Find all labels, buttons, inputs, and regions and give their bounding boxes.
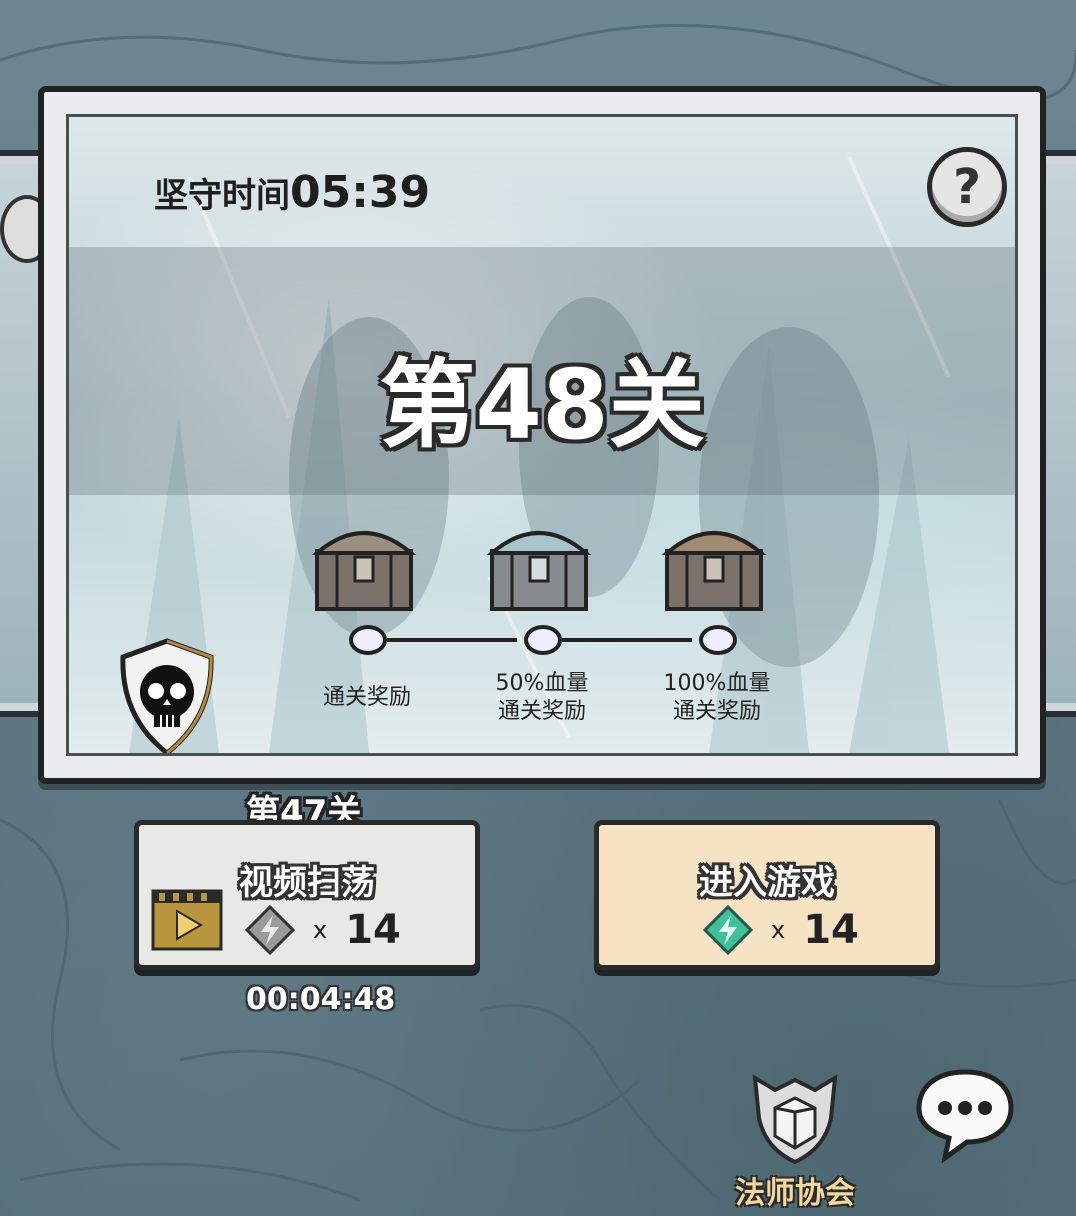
skull-icon[interactable] xyxy=(117,637,217,756)
bronze-chest-icon[interactable] xyxy=(659,517,769,617)
enter-game-label: 进入游戏 xyxy=(699,863,835,903)
video-clapper-icon xyxy=(151,889,223,951)
mage-guild-button[interactable]: 法师协会 xyxy=(730,1068,860,1212)
level-card: 坚守时间05:39 ? 第48关 通关奖励 50%血量 通关奖励 100%血量 … xyxy=(38,86,1046,784)
level-artwork: 坚守时间05:39 ? 第48关 通关奖励 50%血量 通关奖励 100%血量 … xyxy=(66,114,1018,756)
reward-label: 100%血量 通关奖励 xyxy=(663,671,771,724)
video-sweep-button[interactable]: 视频扫荡 x 14 xyxy=(134,820,480,970)
guild-shield-icon xyxy=(752,1074,838,1165)
progress-track xyxy=(387,638,517,642)
video-sweep-cost: x 14 xyxy=(245,905,401,955)
help-button[interactable]: ? xyxy=(927,147,1007,227)
guild-label: 法师协会 xyxy=(735,1176,855,1211)
cost-multiplier: x xyxy=(313,916,328,944)
hold-time-label: 坚守时间 xyxy=(154,176,290,216)
progress-node xyxy=(699,625,737,655)
enter-game-cost: x 14 xyxy=(703,905,859,955)
reward-label: 50%血量 通关奖励 xyxy=(495,671,589,724)
progress-node xyxy=(524,625,562,655)
question-icon: ? xyxy=(953,159,981,215)
bronze-chest-icon[interactable] xyxy=(309,517,419,617)
hold-time: 坚守时间05:39 xyxy=(154,167,430,218)
progress-track xyxy=(562,638,692,642)
enter-game-button[interactable]: 进入游戏 x 14 xyxy=(594,820,940,970)
cost-amount: 14 xyxy=(803,907,859,953)
video-sweep-timer: 00:04:48 xyxy=(246,982,396,1017)
energy-gem-icon xyxy=(245,905,295,955)
silver-chest-icon[interactable] xyxy=(484,517,594,617)
chat-bubble-icon[interactable] xyxy=(915,1068,1015,1163)
cost-multiplier: x xyxy=(771,916,786,944)
hold-time-value: 05:39 xyxy=(290,167,431,218)
level-title: 第48关 xyxy=(379,349,705,461)
energy-gem-icon xyxy=(703,905,753,955)
cost-amount: 14 xyxy=(345,907,401,953)
reward-label: 通关奖励 xyxy=(322,685,411,710)
progress-node xyxy=(349,625,387,655)
